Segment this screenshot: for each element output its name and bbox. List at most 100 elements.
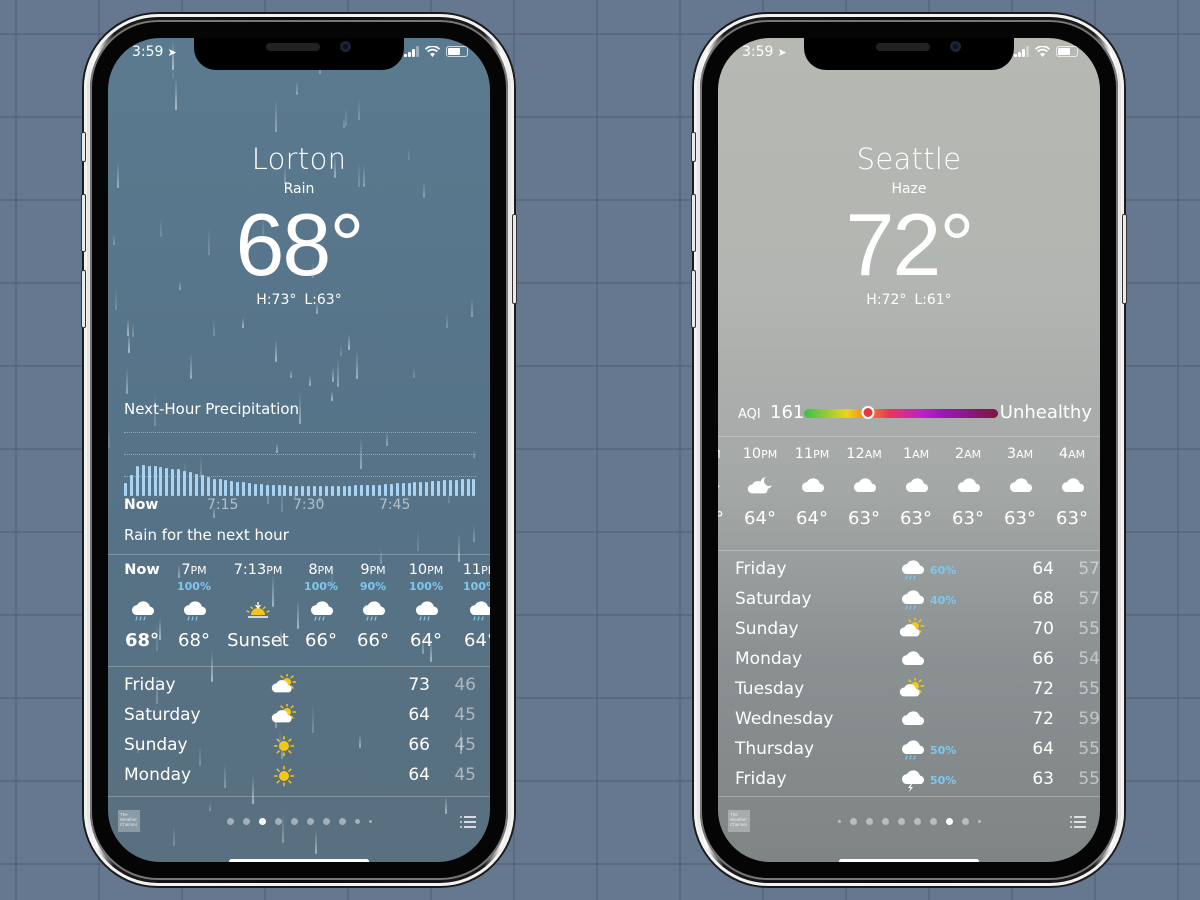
page-dot[interactable] <box>977 820 981 823</box>
precip-bar <box>165 467 169 496</box>
hourly-item: 10PM 100% 64° <box>402 562 450 651</box>
rain-icon <box>298 594 344 630</box>
hour-time: 12AM <box>846 446 882 462</box>
daily-forecast[interactable]: Friday 73 46 Saturday 64 45 Sunday 66 45 Mo… <box>108 671 490 791</box>
hourly-forecast[interactable]: 9PM 66°10PM 64°11PM 64°12AM 63°1AM 63°2A… <box>718 446 1100 529</box>
page-dot[interactable] <box>226 818 234 825</box>
rain-icon <box>114 594 170 630</box>
page-dot[interactable] <box>865 818 873 825</box>
raindrop <box>189 352 192 379</box>
daily-row: Monday 64 45 <box>108 761 490 791</box>
aqi-category: Unhealthy <box>999 402 1092 423</box>
page-dot[interactable] <box>881 818 889 825</box>
precip-tick: 7:30 <box>293 497 325 513</box>
home-indicator[interactable] <box>839 859 979 862</box>
day-name: Saturday <box>735 589 812 609</box>
precip-bar <box>377 484 381 496</box>
cloud-icon <box>838 468 890 508</box>
page-dot[interactable] <box>242 818 250 825</box>
precip-bar <box>413 482 417 496</box>
raindrop <box>275 98 278 132</box>
precip-bar <box>395 483 399 496</box>
gridline <box>124 432 476 433</box>
precip-bar <box>283 485 287 496</box>
precip-bar <box>407 482 411 496</box>
precip-bar <box>348 485 352 496</box>
aqi-value: 161 <box>770 402 805 423</box>
hourly-forecast[interactable]: Now 68° 7PM 100% 68° 7:13PM Sunset 8PM 100%… <box>114 562 490 651</box>
high-temp: 72 <box>1032 709 1054 729</box>
city-name: Seattle <box>856 142 962 176</box>
low-temp: 55 <box>1078 619 1100 639</box>
page-dot[interactable] <box>322 818 330 825</box>
page-indicator[interactable] <box>718 818 1100 825</box>
precip-bar <box>383 484 387 496</box>
precip-bar <box>372 484 376 496</box>
high-temp: 64 <box>408 765 430 785</box>
divider <box>718 550 1100 551</box>
precip-tick-now: Now <box>124 497 159 513</box>
page-dot[interactable] <box>837 820 841 823</box>
hour-time: 1AM <box>902 446 930 462</box>
page-indicator[interactable] <box>108 818 490 825</box>
side-button <box>1122 214 1127 304</box>
day-name: Thursday <box>735 739 815 759</box>
city-list-icon[interactable] <box>1070 816 1086 828</box>
page-dot[interactable] <box>368 820 372 823</box>
page-dot[interactable] <box>849 818 857 825</box>
low-temp: 55 <box>1078 739 1100 759</box>
page-dot[interactable] <box>929 818 937 825</box>
day-name: Wednesday <box>735 709 834 729</box>
precip-bar <box>419 481 423 496</box>
page-dot[interactable] <box>945 818 953 825</box>
low-temp: 46 <box>454 675 476 695</box>
page-dot[interactable] <box>354 819 360 824</box>
rain-icon <box>450 594 490 630</box>
page-dot[interactable] <box>913 818 921 825</box>
day-name: Monday <box>735 649 803 669</box>
page-dot[interactable] <box>961 818 969 825</box>
precip-bar <box>307 486 311 496</box>
aqi-label: AQI <box>738 407 761 422</box>
precip-chance: 90% <box>359 580 387 593</box>
high-temp: 64 <box>1032 559 1054 579</box>
precip-bar <box>454 479 458 496</box>
page-dot[interactable] <box>258 818 266 825</box>
day-name: Sunday <box>735 619 799 639</box>
hourly-item: 7PM 100% 68° <box>170 562 218 651</box>
raindrop <box>343 117 346 128</box>
high-temp: 66 <box>408 735 430 755</box>
page-dot[interactable] <box>274 818 282 825</box>
precip-bar <box>301 485 305 496</box>
city-name: Lorton <box>251 142 347 176</box>
page-dot[interactable] <box>290 818 298 825</box>
location-arrow-icon: ➤ <box>167 46 177 59</box>
hourly-item: 8PM 100% 66° <box>298 562 344 651</box>
home-indicator[interactable] <box>229 859 369 862</box>
raindrop <box>339 345 342 356</box>
page-dot[interactable] <box>306 818 314 825</box>
hour-time: 4AM <box>1058 446 1086 462</box>
hourly-item: 12AM 63° <box>838 446 890 529</box>
high-temp: 72 <box>1032 679 1054 699</box>
day-name: Tuesday <box>735 679 805 699</box>
hour-time: 10PM <box>742 446 778 462</box>
partly-cloudy-night-icon <box>718 468 734 508</box>
air-quality[interactable]: AQI 161 Unhealthy <box>718 400 1100 426</box>
high-temp: 64 <box>408 705 430 725</box>
weather-screen: 3:59 ➤ Seattle Haze 72° H:72° L:61° AQI 16… <box>718 38 1100 862</box>
day-name: Saturday <box>124 705 201 725</box>
page-dot[interactable] <box>338 818 346 825</box>
volume-down-button <box>81 270 86 328</box>
daily-forecast[interactable]: Friday 60% 64 57 Saturday 40% 68 57 Sunday… <box>718 555 1100 795</box>
city-list-icon[interactable] <box>460 816 476 828</box>
precip-bar <box>265 484 269 496</box>
day-name: Friday <box>735 559 787 579</box>
status-time: 3:59 <box>132 44 164 60</box>
low-temp: L:63° <box>304 292 342 308</box>
page-dot[interactable] <box>897 818 905 825</box>
hourly-item: 9PM 90% 66° <box>344 562 402 651</box>
low-temp: 57 <box>1078 559 1100 579</box>
partly-sunny-icon <box>270 704 298 730</box>
hour-temp: 64° <box>744 508 776 529</box>
